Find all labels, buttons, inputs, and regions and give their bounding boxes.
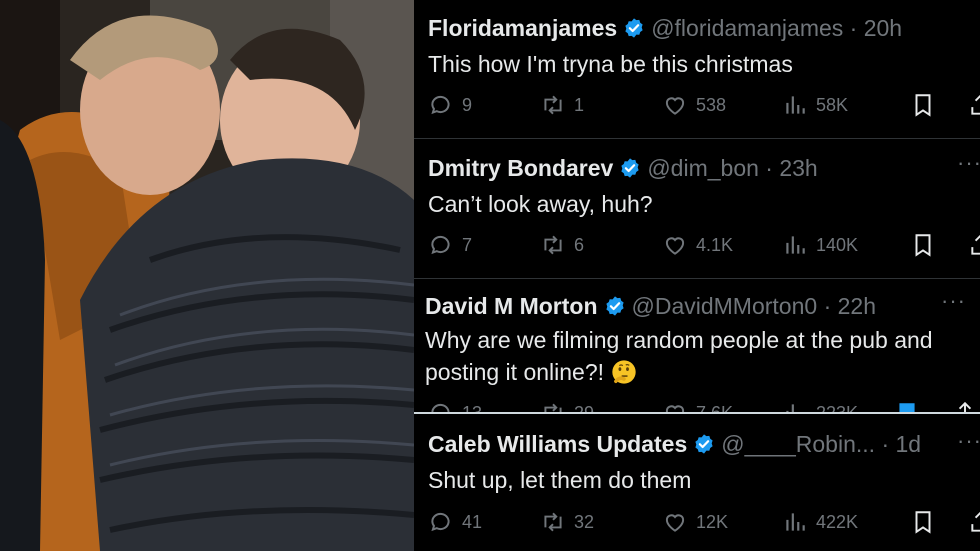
- tweet-actions: 7 6 4.1K 140K: [428, 230, 980, 260]
- tweet-text: Why are we filming random people at the …: [425, 327, 933, 385]
- tweet-text: Shut up, let them do them: [428, 467, 692, 493]
- tweet-actions: 41 32 12K 422K: [428, 507, 980, 537]
- views-button[interactable]: 140K: [782, 230, 858, 260]
- share-button[interactable]: [952, 398, 980, 413]
- tweet-actions: 9 1 538 58K: [428, 90, 980, 120]
- retweet-button[interactable]: 32: [540, 507, 594, 537]
- author-handle[interactable]: @floridamanjames: [651, 15, 843, 41]
- share-button[interactable]: [968, 507, 980, 537]
- like-button[interactable]: 7.6K: [662, 398, 733, 413]
- timestamp[interactable]: · 23h: [759, 155, 817, 181]
- verified-badge-icon: [625, 18, 643, 38]
- like-button[interactable]: 4.1K: [662, 230, 733, 260]
- replies-panel: Floridamanjames @floridamanjames · 20h Th…: [414, 0, 980, 551]
- bookmark-button[interactable]: [910, 90, 944, 120]
- like-button[interactable]: 12K: [662, 507, 728, 537]
- more-options-icon[interactable]: ···: [941, 288, 966, 314]
- thinking-face-icon: [612, 360, 637, 384]
- retweet-button[interactable]: 1: [540, 90, 584, 120]
- views-button[interactable]: 422K: [782, 507, 858, 537]
- verified-badge-icon: [605, 296, 624, 316]
- timestamp[interactable]: · 20h: [843, 15, 902, 41]
- retweet-icon: [544, 512, 562, 532]
- author-name[interactable]: Dmitry Bondarev: [428, 155, 613, 181]
- divider: [414, 412, 980, 414]
- tweet-actions: 13 29 7.6K 223K: [428, 398, 980, 413]
- views-button[interactable]: 58K: [782, 90, 848, 120]
- bookmark-icon: [915, 511, 931, 534]
- share-icon: [971, 234, 980, 255]
- verified-badge-icon: [695, 434, 713, 454]
- retweet-icon: [544, 95, 562, 115]
- bookmark-icon: [915, 94, 931, 117]
- more-options-icon[interactable]: ···: [957, 150, 980, 176]
- timestamp[interactable]: · 22h: [817, 293, 876, 319]
- bookmark-icon: [915, 234, 931, 257]
- author-name[interactable]: Caleb Williams Updates: [428, 431, 687, 457]
- reply-button[interactable]: 9: [428, 90, 472, 120]
- share-icon: [971, 94, 980, 115]
- reply-button[interactable]: 7: [428, 230, 472, 260]
- views-chart-icon: [786, 513, 805, 531]
- reply-icon: [431, 95, 450, 115]
- author-handle[interactable]: @dim_bon: [647, 155, 759, 181]
- verified-badge-icon: [621, 158, 639, 178]
- tweet-text: Can’t look away, huh?: [428, 191, 653, 217]
- author-handle[interactable]: @____Robin...: [721, 431, 875, 457]
- like-button[interactable]: 538: [662, 90, 726, 120]
- heart-icon: [665, 514, 685, 532]
- retweet-button[interactable]: 6: [540, 230, 584, 260]
- share-icon: [971, 511, 980, 532]
- tweet-item[interactable]: David M Morton @DavidMMorton0 · 22h ··· W…: [414, 278, 980, 413]
- views-chart-icon: [786, 236, 805, 254]
- author-name[interactable]: Floridamanjames: [428, 15, 617, 41]
- views-button[interactable]: 223K: [782, 398, 858, 413]
- reply-icon: [431, 512, 450, 532]
- bookmark-button[interactable]: [910, 507, 944, 537]
- heart-icon: [665, 237, 685, 255]
- video-frame-photo: [0, 0, 414, 551]
- more-options-icon[interactable]: ···: [957, 428, 980, 454]
- share-button[interactable]: [968, 230, 980, 260]
- heart-icon: [665, 97, 685, 115]
- reply-button[interactable]: 13: [428, 398, 482, 413]
- author-name[interactable]: David M Morton: [425, 293, 598, 319]
- retweet-button[interactable]: 29: [540, 398, 594, 413]
- tweet-text: This how I'm tryna be this christmas: [428, 51, 793, 77]
- bookmark-button[interactable]: [894, 398, 928, 413]
- retweet-icon: [544, 235, 562, 255]
- timestamp[interactable]: · 1d: [875, 431, 921, 457]
- reply-button[interactable]: 41: [428, 507, 482, 537]
- divider: [414, 138, 980, 139]
- share-button[interactable]: [968, 90, 980, 120]
- author-handle[interactable]: @DavidMMorton0: [632, 293, 818, 319]
- bookmark-button[interactable]: [910, 230, 944, 260]
- views-chart-icon: [786, 96, 805, 114]
- reply-icon: [431, 235, 450, 255]
